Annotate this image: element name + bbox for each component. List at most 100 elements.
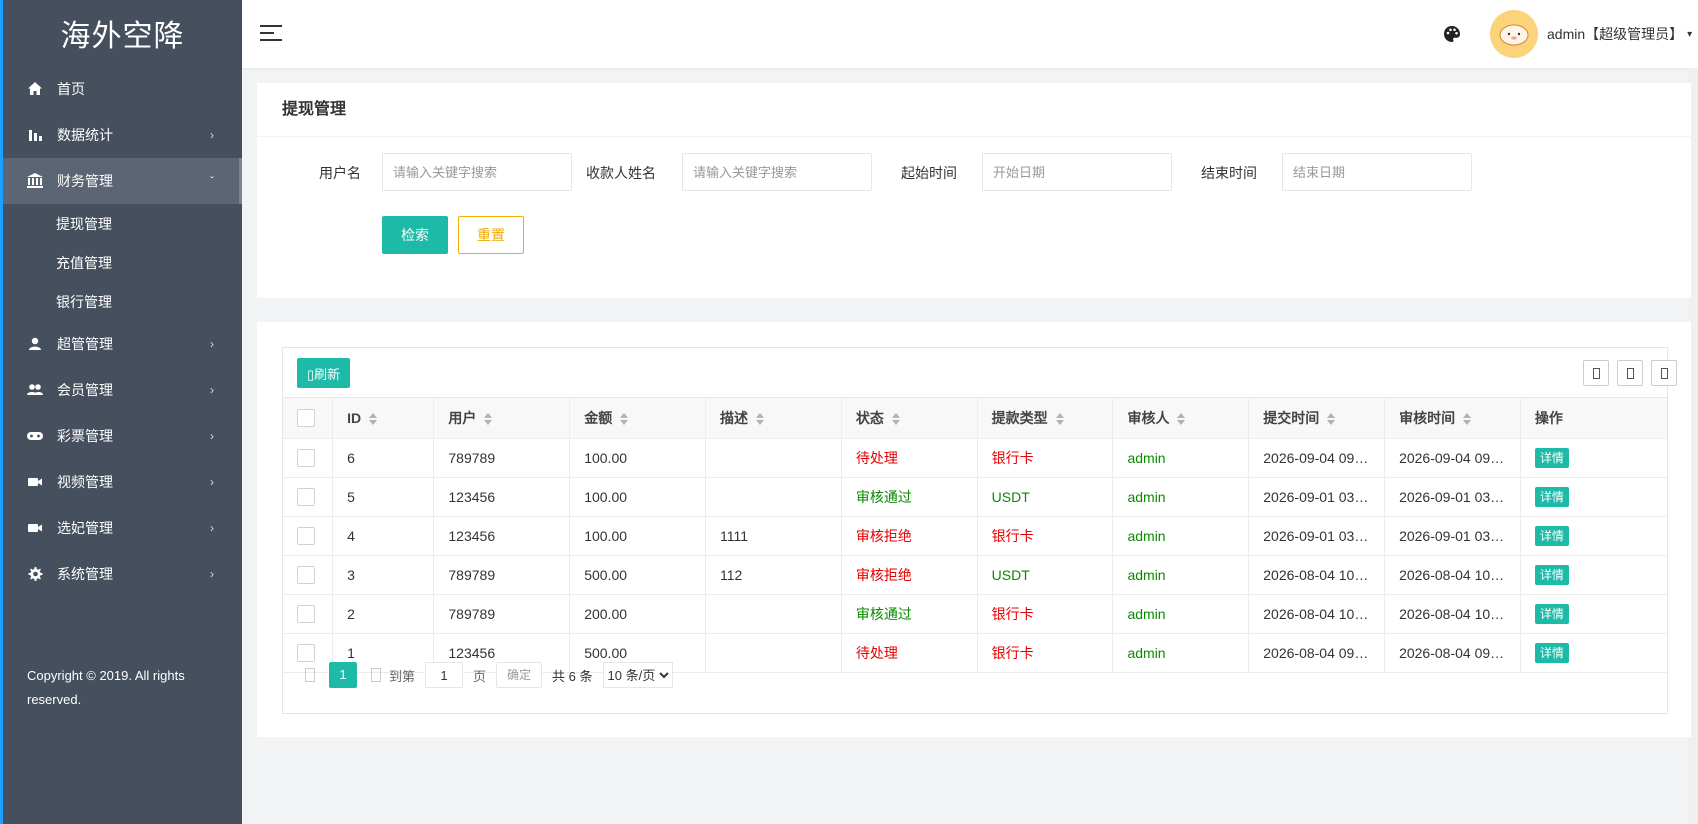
sort-icon[interactable] — [620, 413, 629, 426]
export-icon[interactable] — [1617, 360, 1643, 386]
prev-page-icon[interactable] — [305, 668, 315, 682]
select-all-checkbox[interactable] — [297, 408, 315, 427]
sidebar-item-select[interactable]: 选妃管理 › — [3, 505, 242, 551]
column-header-desc[interactable]: 描述 — [705, 398, 842, 439]
columns-filter-icon[interactable] — [1583, 360, 1609, 386]
sidebar-subitem-bank[interactable]: 银行管理 — [3, 282, 242, 321]
cell-auditor: admin — [1112, 594, 1250, 634]
column-header-amount[interactable]: 金额 — [569, 398, 707, 439]
cell-submit-time: 2026-09-01 03… — [1248, 477, 1386, 517]
avatar[interactable] — [1490, 10, 1538, 58]
sort-icon[interactable] — [891, 413, 900, 426]
detail-button[interactable]: 详情 — [1534, 564, 1569, 585]
data-table-container: ▯刷新 ID 用户 金额 描述 状态 提款类型 审核人 提交时间 审核时间 操作… — [282, 347, 1677, 714]
cell-auditor: admin — [1112, 633, 1250, 673]
detail-button[interactable]: 详情 — [1534, 486, 1569, 507]
column-header-action: 操作 — [1520, 398, 1667, 439]
sidebar-item-lottery[interactable]: 彩票管理 › — [3, 413, 242, 459]
cell-type: 银行卡 — [977, 438, 1114, 478]
row-checkbox[interactable] — [297, 643, 315, 662]
next-page-icon[interactable] — [371, 668, 381, 682]
detail-button[interactable]: 详情 — [1534, 642, 1569, 663]
chevron-right-icon: › — [210, 337, 214, 351]
table-row: 3 789789 500.00 112 审核拒绝 USDT admin 2026-08-04 … — [283, 555, 1667, 595]
sidebar-subitem-recharge[interactable]: 充值管理 — [3, 243, 242, 282]
sidebar-item-label: 视频管理 — [57, 474, 113, 490]
menu-toggle-icon[interactable] — [260, 25, 282, 43]
row-checkbox[interactable] — [297, 448, 315, 467]
cell-type: 银行卡 — [977, 633, 1114, 673]
goto-page-input[interactable] — [425, 662, 464, 688]
sort-icon[interactable] — [484, 413, 493, 426]
top-header: admin【超级管理员】 ▾ — [242, 0, 1698, 68]
cell-type: USDT — [977, 477, 1114, 517]
row-checkbox[interactable] — [297, 565, 315, 584]
chevron-right-icon: › — [210, 475, 214, 489]
sidebar-item-label: 财务管理 — [57, 173, 113, 189]
column-header-type[interactable]: 提款类型 — [977, 398, 1114, 439]
chevron-right-icon: › — [210, 128, 214, 142]
column-header-status[interactable]: 状态 — [841, 398, 978, 439]
cell-user: 123456 — [433, 516, 571, 556]
column-header-auditor[interactable]: 审核人 — [1112, 398, 1250, 439]
palette-icon[interactable] — [1442, 24, 1462, 44]
pagination: 1 到第 页 确定 共 6 条 10 条/页 — [297, 661, 673, 689]
sort-icon[interactable] — [756, 413, 765, 426]
sidebar-item-finance[interactable]: 财务管理 ˇ — [3, 158, 242, 204]
goto-confirm-button[interactable]: 确定 — [496, 662, 543, 688]
table-panel: ▯刷新 ID 用户 金额 描述 状态 提款类型 审核人 提交时间 审核时间 操作… — [257, 322, 1691, 737]
user-menu[interactable]: admin【超级管理员】 ▾ — [1547, 24, 1692, 44]
sidebar-item-video[interactable]: 视频管理 › — [3, 459, 242, 505]
row-checkbox[interactable] — [297, 604, 315, 623]
sidebar-item-label: 首页 — [57, 81, 85, 97]
cell-desc — [705, 477, 842, 517]
sort-icon[interactable] — [1327, 413, 1336, 426]
sidebar-item-label: 选妃管理 — [57, 520, 113, 536]
reset-button[interactable]: 重置 — [458, 216, 524, 254]
column-header-user[interactable]: 用户 — [433, 398, 571, 439]
checkbox-cell — [283, 555, 334, 595]
current-page-button[interactable]: 1 — [329, 662, 357, 688]
video-icon — [25, 518, 45, 538]
cell-desc — [705, 438, 842, 478]
start-date-input[interactable] — [982, 153, 1172, 191]
cell-amount: 100.00 — [569, 438, 707, 478]
sidebar-item-system[interactable]: 系统管理 › — [3, 551, 242, 597]
search-button[interactable]: 检索 — [382, 216, 448, 254]
column-header-audit-time[interactable]: 审核时间 — [1384, 398, 1521, 439]
cell-audit-time: 2026-08-04 09… — [1384, 633, 1521, 673]
page-size-select[interactable]: 10 条/页 — [602, 662, 673, 688]
refresh-button[interactable]: ▯刷新 — [297, 358, 351, 388]
sidebar-item-members[interactable]: 会员管理 › — [3, 367, 242, 413]
sort-icon[interactable] — [1463, 413, 1472, 426]
column-header-submit-time[interactable]: 提交时间 — [1248, 398, 1386, 439]
row-checkbox[interactable] — [297, 487, 315, 506]
sidebar-item-superadmin[interactable]: 超管管理 › — [3, 321, 242, 367]
sort-icon[interactable] — [369, 413, 378, 426]
app-logo: 海外空降 — [60, 19, 185, 54]
detail-button[interactable]: 详情 — [1534, 447, 1569, 468]
username-input[interactable] — [382, 153, 572, 191]
sidebar-subitem-withdraw[interactable]: 提现管理 — [3, 204, 242, 243]
checkbox-cell — [283, 477, 334, 517]
sort-icon[interactable] — [1055, 413, 1064, 426]
sidebar-item-home[interactable]: 首页 — [3, 66, 242, 112]
detail-button[interactable]: 详情 — [1534, 603, 1569, 624]
cell-action: 详情 — [1520, 633, 1667, 673]
cell-desc: 1111 — [705, 516, 842, 556]
column-header-id[interactable]: ID — [332, 398, 435, 439]
sort-icon[interactable] — [1177, 413, 1186, 426]
caret-down-icon: ▾ — [1687, 29, 1693, 40]
end-date-input[interactable] — [1282, 153, 1472, 191]
cell-action: 详情 — [1520, 438, 1667, 478]
bank-icon — [25, 171, 45, 191]
sidebar-item-label: 系统管理 — [57, 566, 113, 582]
gear-icon — [25, 564, 45, 584]
row-checkbox[interactable] — [297, 526, 315, 545]
table-row: 2 789789 200.00 审核通过 银行卡 admin 2026-08-04 10… 2… — [283, 594, 1667, 634]
payee-name-input[interactable] — [682, 153, 872, 191]
sidebar-item-stats[interactable]: 数据统计 › — [3, 112, 242, 158]
detail-button[interactable]: 详情 — [1534, 525, 1569, 546]
print-icon[interactable] — [1651, 360, 1677, 386]
table-row: 6 789789 100.00 待处理 银行卡 admin 2026-09-04 09… 20… — [283, 438, 1667, 478]
